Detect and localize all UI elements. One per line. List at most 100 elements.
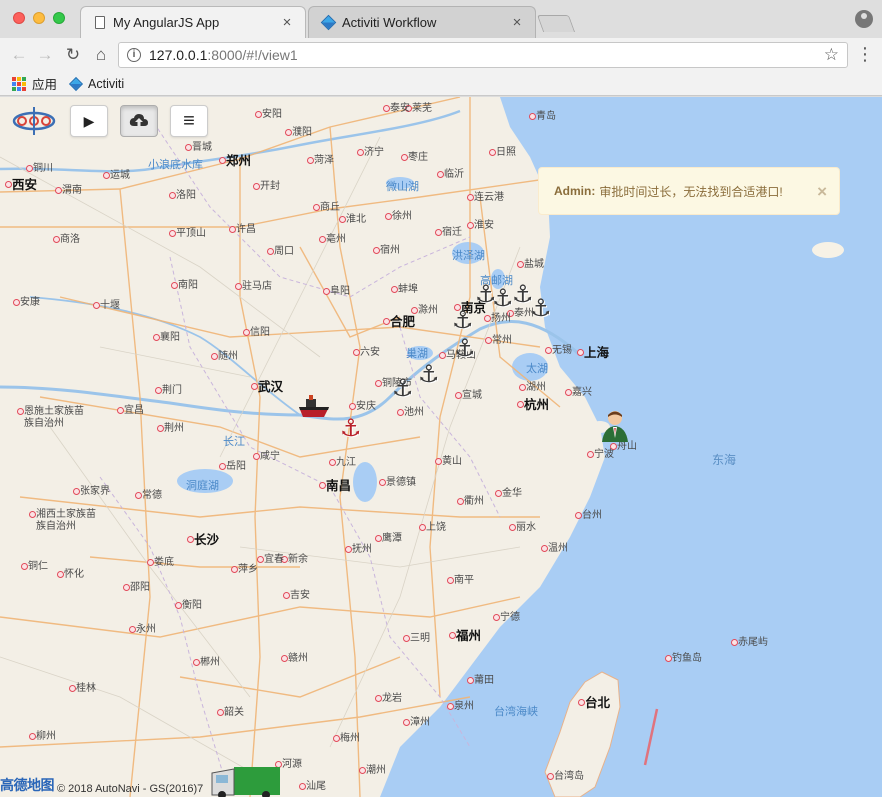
- place-label: 信阳: [250, 327, 270, 338]
- place-label: 宜春: [264, 554, 284, 565]
- city-marker-icon: [587, 451, 594, 458]
- port-anchor-icon[interactable]: ⚓: [492, 287, 514, 311]
- url-text[interactable]: 127.0.0.1:8000/#!/view1: [149, 47, 298, 63]
- place-label: 常州: [492, 335, 512, 346]
- city-label: 上海: [584, 346, 610, 360]
- cloud-upload-button[interactable]: [120, 105, 158, 137]
- city-marker-icon: [229, 226, 236, 233]
- city-marker-icon: [219, 463, 226, 470]
- alert-user: Admin:: [554, 184, 596, 198]
- back-arrow-icon[interactable]: ←: [8, 44, 30, 66]
- city-marker-icon: [375, 535, 382, 542]
- city-marker-icon: [385, 213, 392, 220]
- place-label: 随州: [218, 351, 238, 362]
- amap-logo[interactable]: 高德地图: [0, 775, 55, 795]
- city-marker-icon: [147, 559, 154, 566]
- tab-close-icon[interactable]: ×: [509, 14, 525, 31]
- city-marker-icon: [541, 545, 548, 552]
- tab-my-angularjs-app[interactable]: My AngularJS App ×: [80, 6, 306, 38]
- city-marker-icon: [489, 149, 496, 156]
- place-label: 安康: [20, 297, 40, 308]
- place-label: 抚州: [352, 544, 372, 555]
- place-label: 驻马店: [242, 281, 272, 292]
- city-marker-icon: [375, 695, 382, 702]
- port-anchor-icon[interactable]: ⚓: [530, 297, 552, 321]
- close-window-button[interactable]: [13, 12, 25, 24]
- city-marker-icon: [467, 222, 474, 229]
- city-marker-icon: [26, 165, 33, 172]
- new-tab-button[interactable]: [536, 15, 576, 32]
- city-marker-icon: [447, 577, 454, 584]
- city-marker-icon: [17, 408, 24, 415]
- city-label: 合肥: [390, 315, 416, 329]
- city-marker-icon: [319, 482, 326, 489]
- maximize-window-button[interactable]: [53, 12, 65, 24]
- city-marker-icon: [251, 383, 258, 390]
- port-anchor-icon[interactable]: ⚓: [454, 337, 476, 361]
- place-label: 恩施土家族苗族自治州: [24, 406, 84, 429]
- profile-avatar-icon[interactable]: [855, 10, 873, 28]
- info-icon[interactable]: i: [127, 48, 141, 62]
- city-label: 南昌: [326, 479, 352, 493]
- alert-close-icon[interactable]: ×: [817, 182, 827, 202]
- place-label: 盐城: [524, 259, 544, 270]
- user-avatar-icon[interactable]: [598, 408, 632, 442]
- place-label: 常德: [142, 490, 162, 501]
- reload-icon[interactable]: ↻: [62, 44, 84, 66]
- city-marker-icon: [359, 767, 366, 774]
- truck-icon[interactable]: [206, 759, 282, 797]
- hamburger-menu-icon: ≡: [183, 110, 195, 132]
- place-label: 周口: [274, 246, 294, 257]
- play-button[interactable]: ▶: [70, 105, 108, 137]
- port-anchor-icon[interactable]: ⚓: [452, 309, 474, 333]
- place-label: 临沂: [444, 169, 464, 180]
- map-view[interactable]: 泰安 莱芜 青岛 安阳 濮阳 菏泽 济宁 枣庄 临沂 日照 铜川 运城 小浪底水…: [0, 97, 882, 797]
- city-marker-icon: [123, 584, 130, 591]
- place-label: 济宁: [364, 147, 384, 158]
- place-label: 小浪底水库: [148, 159, 203, 171]
- city-marker-icon: [193, 659, 200, 666]
- city-marker-icon: [21, 563, 28, 570]
- port-anchor-icon[interactable]: ⚓: [392, 377, 414, 401]
- browser-menu-icon[interactable]: ⋮: [856, 45, 874, 64]
- menu-button[interactable]: ≡: [170, 105, 208, 137]
- city-marker-icon: [383, 105, 390, 112]
- city-marker-icon: [243, 329, 250, 336]
- city-marker-icon: [353, 349, 360, 356]
- city-marker-icon: [281, 655, 288, 662]
- place-label: 钓鱼岛: [672, 653, 702, 664]
- place-label: 渭南: [62, 185, 82, 196]
- place-label: 鹰潭: [382, 533, 402, 544]
- tab-title: My AngularJS App: [113, 15, 220, 30]
- place-label: 台州: [582, 510, 602, 521]
- address-bar[interactable]: i 127.0.0.1:8000/#!/view1 ☆: [118, 42, 848, 68]
- tab-close-icon[interactable]: ×: [279, 14, 295, 31]
- place-label: 莱芜: [412, 103, 432, 114]
- place-label: 安庆: [356, 401, 376, 412]
- place-label: 荆门: [162, 385, 182, 396]
- place-label: 邵阳: [130, 582, 150, 593]
- city-marker-icon: [55, 187, 62, 194]
- cargo-ship-icon[interactable]: [298, 395, 330, 421]
- place-label: 怀化: [64, 569, 84, 580]
- place-label: 淮安: [474, 220, 494, 231]
- home-icon[interactable]: ⌂: [90, 44, 112, 66]
- forward-arrow-icon[interactable]: →: [34, 44, 56, 66]
- city-marker-icon: [235, 283, 242, 290]
- bookmark-star-icon[interactable]: ☆: [824, 45, 839, 65]
- tab-activiti-workflow[interactable]: Activiti Workflow ×: [308, 6, 536, 38]
- city-marker-icon: [253, 453, 260, 460]
- place-label: 安阳: [262, 109, 282, 120]
- place-label: 景德镇: [386, 477, 416, 488]
- city-marker-icon: [493, 614, 500, 621]
- port-anchor-selected-icon[interactable]: ⚓: [340, 417, 362, 441]
- browser-tab-strip: My AngularJS App × Activiti Workflow ×: [0, 0, 882, 38]
- city-marker-icon: [187, 536, 194, 543]
- app-logo-icon[interactable]: [12, 105, 56, 137]
- city-marker-icon: [171, 282, 178, 289]
- minimize-window-button[interactable]: [33, 12, 45, 24]
- bookmark-activiti[interactable]: Activiti: [68, 76, 124, 91]
- port-anchor-icon[interactable]: ⚓: [418, 363, 440, 387]
- bookmark-apps[interactable]: 应用: [12, 74, 57, 93]
- city-marker-icon: [345, 546, 352, 553]
